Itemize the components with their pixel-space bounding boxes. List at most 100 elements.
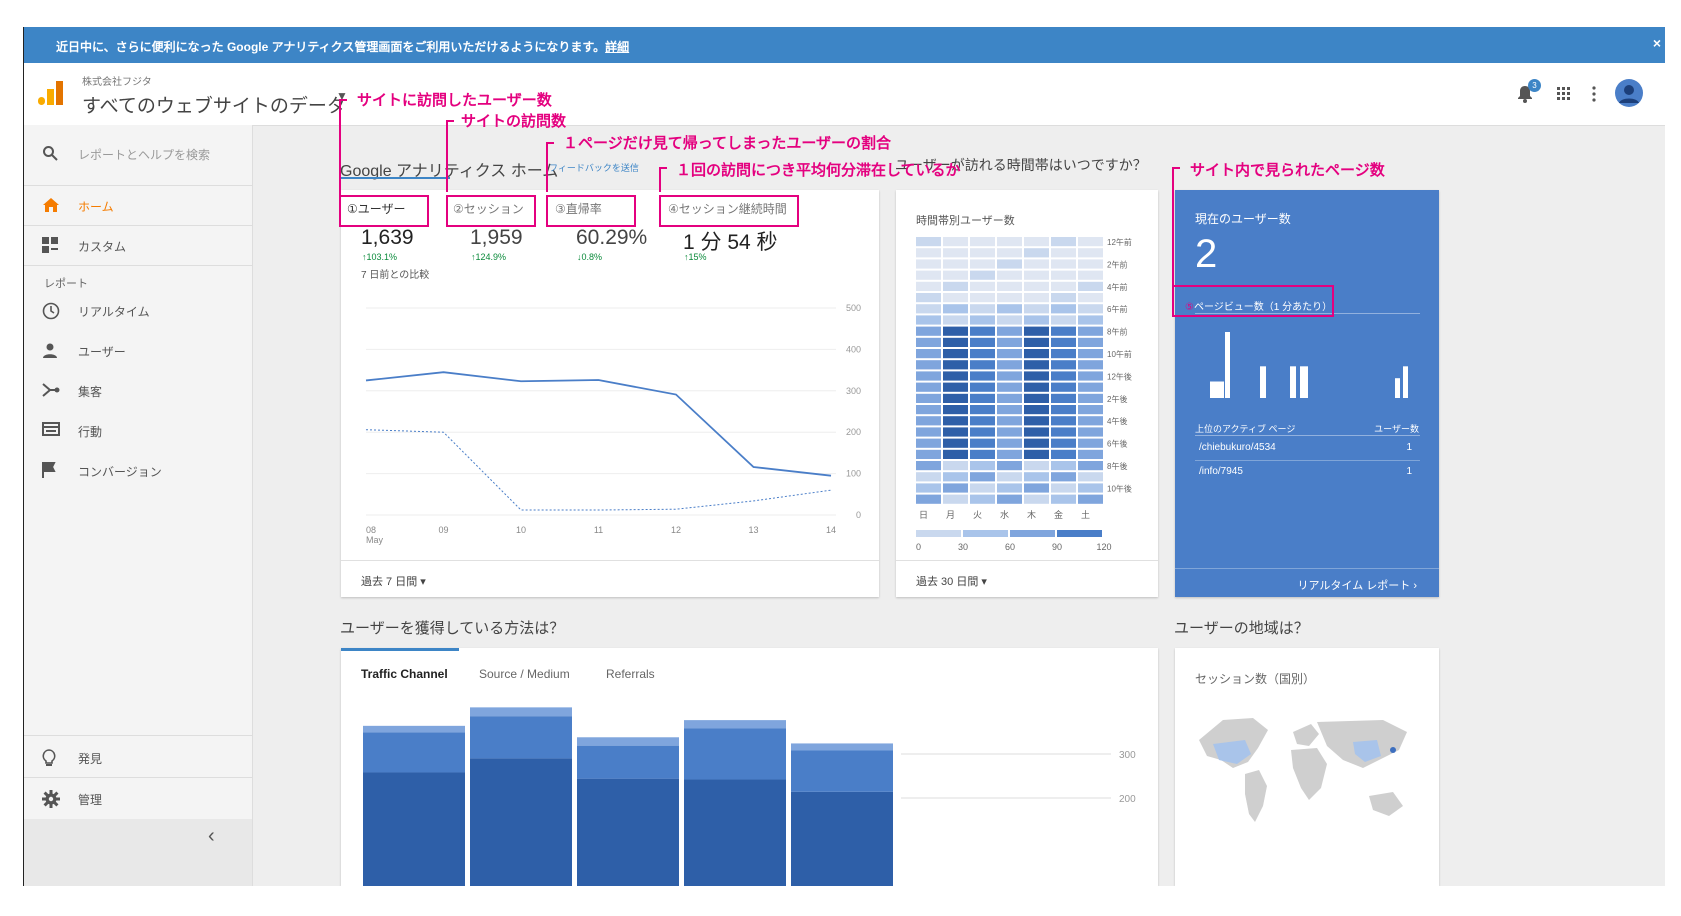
sidebar-item-admin[interactable]: 管理 [24,778,252,818]
heatmap-cell [1051,349,1076,359]
heatmap-cell [1024,494,1049,504]
heatmap-cell [943,483,968,493]
stacked-bar-segment [791,791,893,886]
heatmap-cell [1024,371,1049,381]
heatmap-cell [943,293,968,303]
heatmap-cell [1051,494,1076,504]
heatmap-cell [997,427,1022,437]
sidebar-item-custom[interactable]: カスタム [24,225,252,265]
heatmap-date-range-selector[interactable]: 過去 30 日間 ▾ [916,573,987,589]
heatmap-cell [943,360,968,370]
annotation-box-duration [659,195,799,227]
tab-referrals[interactable]: Referrals [606,667,655,681]
sidebar-divider [24,265,252,266]
banner-close-icon[interactable]: × [1653,35,1661,51]
realtime-report-link[interactable]: リアルタイム レポート › [1298,577,1417,593]
table-row[interactable]: /info/7945 1 [1195,466,1420,486]
more-vert-icon[interactable] [1592,86,1596,107]
sidebar-item-realtime[interactable]: リアルタイム [24,290,252,330]
geo-card: セッション数（国別） [1175,648,1439,886]
search-icon [42,145,60,163]
date-range-selector[interactable]: 過去 7 日間 ▾ [361,573,426,589]
annotation-leader [446,120,448,192]
heatmap-cell [1078,494,1103,504]
heatmap-cell [1024,360,1049,370]
heatmap-cell [1078,393,1103,403]
annotation-box-sessions [446,195,536,227]
toolbar-icons: 3 [1517,77,1647,111]
sidebar-item-label: 行動 [78,425,103,439]
heatmap-cell [1024,259,1049,269]
sidebar-item-discover[interactable]: 発見 [24,737,252,777]
annotation-bounce: １ページだけ見て帰ってしまったユーザーの割合 [563,135,892,152]
main-content: Google アナリティクス ホーム フィードバックを送信 ①ユーザー ②セッシ… [253,92,1665,886]
sidebar-item-home[interactable]: ホーム [24,185,252,225]
x-tick-label: 13 [748,525,758,535]
apps-grid-icon[interactable] [1557,87,1571,106]
property-selector[interactable]: すべてのウェブサイトのデータ [82,91,346,118]
account-avatar-icon[interactable] [1615,79,1643,112]
stacked-bar-segment [470,707,572,717]
tab-source-medium[interactable]: Source / Medium [479,667,570,681]
heatmap-cell [916,337,941,347]
heatmap-cell [970,304,995,314]
realtime-card: 現在のユーザー数 2 ⑤ページビュー数（1 分あたり） 上位のアクティブ ページ… [1175,190,1439,597]
heatmap-cell [943,281,968,291]
heatmap-cell [1078,416,1103,426]
acquisition-question: ユーザーを獲得している方法は？ [340,620,565,637]
heatmap-cell [970,438,995,448]
collapse-sidebar-icon[interactable]: ‹ [208,825,215,848]
sidebar-item-behavior[interactable]: 行動 [24,410,252,450]
heatmap-cell [970,237,995,247]
heatmap-cell [1051,326,1076,336]
pageview-bar [1210,381,1224,398]
heatmap-cell [997,237,1022,247]
feedback-link[interactable]: フィードバックを送信 [549,161,639,174]
sidebar-item-label: リアルタイム [78,305,150,319]
heatmap-cell [997,371,1022,381]
heatmap-cell [943,449,968,459]
y-tick-label: 300 [1119,750,1136,761]
heatmap-cell [1051,360,1076,370]
stacked-bar-segment [363,725,465,733]
heatmap-cell [916,248,941,258]
heatmap-cell [997,461,1022,471]
time-of-day-card: 時間帯別ユーザー数 12午前 2午前 4午前 6午前 8午前 10午前 12午後 2午後 4午後… [896,190,1158,597]
heatmap-cell [970,360,995,370]
x-tick-label: 08 [366,525,376,535]
heatmap-cell [943,405,968,415]
pageview-bar [1403,366,1408,398]
heatmap-cell [916,315,941,325]
annotation-leader [1172,167,1174,297]
heatmap-cell [916,393,941,403]
heatmap-cell [916,483,941,493]
heatmap-cell [997,293,1022,303]
heatmap-cell [916,281,941,291]
heatmap-cell [970,270,995,280]
heatmap-cell [1051,259,1076,269]
table-row[interactable]: /chiebukuro/4534 1 [1195,442,1420,462]
sidebar-item-conversion[interactable]: コンバージョン [24,450,252,490]
banner-details-link[interactable]: 詳細 [605,40,629,54]
sidebar-search[interactable]: レポートとヘルプを検索 [24,133,252,173]
clock-icon [42,302,60,320]
sidebar-item-users[interactable]: ユーザー [24,330,252,370]
sidebar-item-acquisition[interactable]: 集客 [24,370,252,410]
heatmap-cell [970,427,995,437]
heatmap-cell [1051,304,1076,314]
heatmap-cell [943,326,968,336]
tab-traffic-channel[interactable]: Traffic Channel [361,667,448,681]
hour-label: 2午前 [1107,259,1127,269]
heatmap-cell [943,349,968,359]
heatmap-cell [997,449,1022,459]
heatmap-cell [1024,461,1049,471]
legend-tick-label: 60 [1005,542,1015,552]
active-page-users: 1 [1406,442,1412,453]
geo-title: セッション数（国別） [1195,672,1316,686]
overview-card: ①ユーザー ②セッション ③直帰率 ④セッション継続時間 1,639 1,959… [341,190,879,597]
annotation-box-pageviews [1172,285,1334,317]
hour-label: 8午後 [1107,461,1127,471]
heatmap-cell [970,416,995,426]
heatmap-cell [1051,405,1076,415]
heatmap-cell [1051,337,1076,347]
